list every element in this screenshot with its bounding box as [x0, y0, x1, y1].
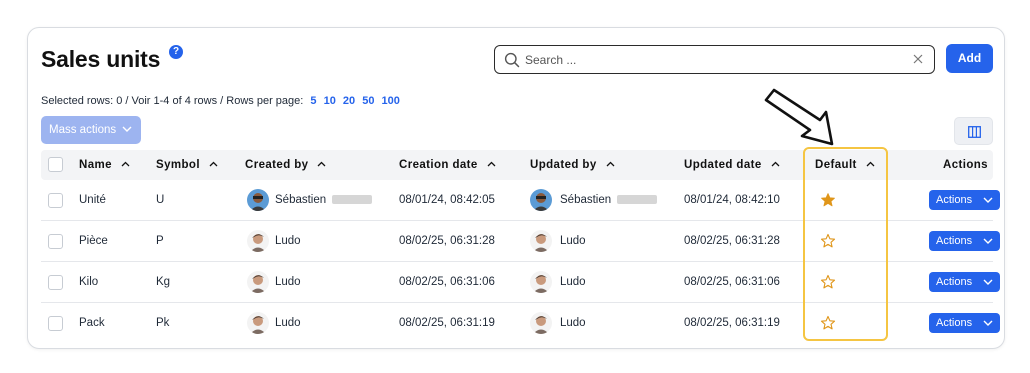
avatar — [530, 271, 552, 293]
chevron-up-icon — [771, 161, 780, 167]
avatar — [530, 189, 552, 211]
chevron-up-icon — [317, 161, 326, 167]
cell-creation-date: 08/02/25, 06:31:19 — [399, 317, 495, 329]
chevron-up-icon — [866, 161, 875, 167]
star-filled-icon[interactable] — [820, 192, 836, 208]
column-header-default[interactable]: Default — [815, 150, 875, 180]
column-header-updated-by[interactable]: Updated by — [530, 150, 615, 180]
chevron-down-icon — [983, 197, 993, 203]
search-icon — [504, 52, 520, 68]
table-header: Name Symbol Created by Creation date Upd… — [41, 150, 993, 180]
table-row[interactable]: Pièce P Ludo 08/02/25, 06:31:28 Ludo 08/… — [41, 221, 1000, 262]
columns-toggle-button[interactable] — [954, 117, 993, 145]
cell-updated-by: Ludo — [560, 317, 586, 329]
chevron-up-icon — [606, 161, 615, 167]
annotation-arrow-icon — [764, 88, 834, 146]
cell-name: Kilo — [79, 276, 99, 288]
mass-actions-label: Mass actions — [49, 124, 117, 136]
select-all-checkbox[interactable] — [48, 157, 63, 172]
cell-updated-by: Ludo — [560, 235, 586, 247]
rows-per-page-10[interactable]: 10 — [324, 95, 336, 107]
star-outline-icon[interactable] — [820, 274, 836, 290]
chevron-down-icon — [983, 279, 993, 285]
row-checkbox[interactable] — [48, 275, 63, 290]
column-header-name[interactable]: Name — [79, 150, 130, 180]
cell-updated-date: 08/02/25, 06:31:19 — [684, 317, 780, 329]
table-row[interactable]: Unité U Sébastien 08/01/24, 08:42:05 Séb… — [41, 180, 1000, 221]
rows-per-page-50[interactable]: 50 — [362, 95, 374, 107]
column-header-symbol[interactable]: Symbol — [156, 150, 218, 180]
cell-created-by: Ludo — [275, 276, 301, 288]
column-header-actions: Actions — [943, 159, 988, 171]
close-icon[interactable] — [911, 52, 925, 66]
avatar — [247, 271, 269, 293]
row-checkbox[interactable] — [48, 316, 63, 331]
star-outline-icon[interactable] — [820, 315, 836, 331]
row-actions-button[interactable]: Actions — [929, 272, 1000, 292]
mass-actions-button[interactable]: Mass actions — [41, 116, 141, 144]
cell-symbol: Pk — [156, 317, 170, 329]
cell-created-by: Ludo — [275, 235, 301, 247]
help-icon[interactable]: ? — [169, 45, 183, 59]
cell-updated-by: Sébastien — [560, 180, 658, 220]
chevron-down-icon — [983, 320, 993, 326]
row-actions-button[interactable]: Actions — [929, 190, 1000, 210]
rows-per-page-5[interactable]: 5 — [310, 95, 316, 107]
avatar — [530, 312, 552, 334]
cell-name: Pack — [79, 317, 105, 329]
row-checkbox[interactable] — [48, 193, 63, 208]
chevron-down-icon — [983, 238, 993, 244]
table-row[interactable]: Kilo Kg Ludo 08/02/25, 06:31:06 Ludo 08/… — [41, 262, 1000, 303]
column-header-created-by[interactable]: Created by — [245, 150, 326, 180]
column-header-creation-date[interactable]: Creation date — [399, 150, 496, 180]
cell-created-by: Sébastien — [275, 180, 373, 220]
row-checkbox[interactable] — [48, 234, 63, 249]
column-header-updated-date[interactable]: Updated date — [684, 150, 780, 180]
cell-created-by: Ludo — [275, 317, 301, 329]
search-box[interactable] — [494, 45, 935, 74]
rows-range-text: Voir 1-4 of 4 rows / — [131, 95, 224, 107]
cell-creation-date: 08/01/24, 08:42:05 — [399, 194, 495, 206]
add-button[interactable]: Add — [946, 44, 993, 73]
chevron-up-icon — [121, 161, 130, 167]
chevron-up-icon — [209, 161, 218, 167]
avatar — [247, 312, 269, 334]
sales-units-card: Sales units ? Add Selected rows: 0 / Voi… — [27, 27, 1005, 349]
star-outline-icon[interactable] — [820, 233, 836, 249]
cell-name: Pièce — [79, 235, 108, 247]
cell-name: Unité — [79, 194, 106, 206]
cell-updated-by: Ludo — [560, 276, 586, 288]
chevron-down-icon — [122, 126, 132, 132]
row-actions-button[interactable]: Actions — [929, 313, 1000, 333]
search-input[interactable] — [525, 50, 905, 69]
redacted-surname — [332, 195, 373, 205]
avatar — [247, 189, 269, 211]
cell-creation-date: 08/02/25, 06:31:28 — [399, 235, 495, 247]
rows-per-page-100[interactable]: 100 — [382, 95, 400, 107]
cell-updated-date: 08/01/24, 08:42:10 — [684, 194, 780, 206]
cell-symbol: U — [156, 194, 165, 206]
columns-icon — [968, 126, 981, 138]
rows-per-page-20[interactable]: 20 — [343, 95, 355, 107]
avatar — [247, 230, 269, 252]
table-row[interactable]: Pack Pk Ludo 08/02/25, 06:31:19 Ludo 08/… — [41, 303, 1000, 344]
avatar — [530, 230, 552, 252]
redacted-surname — [617, 195, 658, 205]
cell-updated-date: 08/02/25, 06:31:06 — [684, 276, 780, 288]
selected-rows-text: Selected rows: 0 / — [41, 95, 129, 107]
cell-symbol: P — [156, 235, 164, 247]
cell-creation-date: 08/02/25, 06:31:06 — [399, 276, 495, 288]
cell-updated-date: 08/02/25, 06:31:28 — [684, 235, 780, 247]
pagination-info: Selected rows: 0 / Voir 1-4 of 4 rows / … — [41, 95, 400, 107]
cell-symbol: Kg — [156, 276, 171, 288]
row-actions-button[interactable]: Actions — [929, 231, 1000, 251]
page-title: Sales units — [41, 46, 161, 72]
chevron-up-icon — [487, 161, 496, 167]
rows-per-page-label: Rows per page: — [226, 95, 304, 107]
